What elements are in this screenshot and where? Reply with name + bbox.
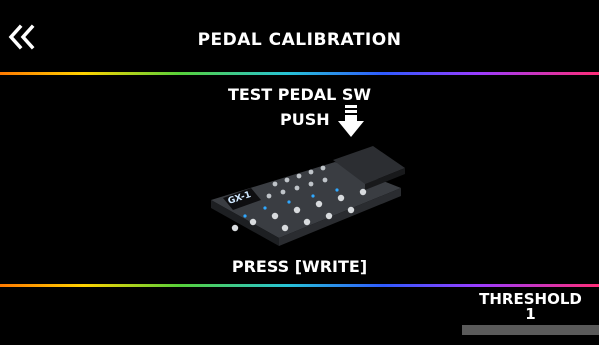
threshold-value: 1	[525, 305, 536, 323]
test-pedal-instruction: TEST PEDAL SW	[227, 85, 372, 104]
calibration-panel: TEST PEDAL SW PUSH GX-1 PRESS [WRITE]	[0, 75, 599, 284]
press-write-instruction: PRESS [WRITE]	[231, 257, 368, 276]
page-title: PEDAL CALIBRATION	[197, 30, 402, 50]
multi-effects-device-image: GX-1	[211, 146, 405, 246]
header: PEDAL CALIBRATION	[0, 0, 599, 72]
threshold-control[interactable]: THRESHOLD 1	[462, 287, 599, 345]
threshold-bar[interactable]	[462, 325, 599, 335]
push-label: PUSH	[280, 110, 330, 129]
